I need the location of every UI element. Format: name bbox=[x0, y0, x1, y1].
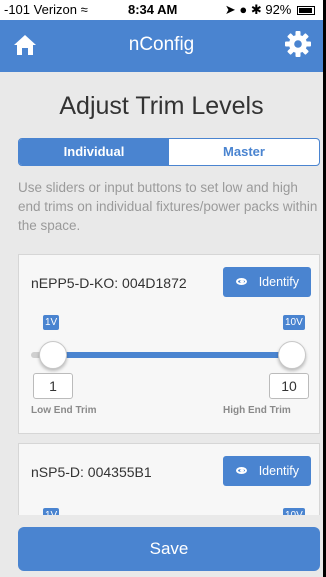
alarm-icon: ● bbox=[239, 2, 248, 17]
tab-master[interactable]: Master bbox=[169, 139, 319, 165]
status-bar: -101 Verizon ≈ 8:34 AM ➤ ● ✱ 92% bbox=[0, 0, 323, 20]
instructions-text: Use sliders or input buttons to set low … bbox=[18, 180, 318, 233]
tab-individual[interactable]: Individual bbox=[19, 139, 169, 165]
min-voltage-label: 1V bbox=[43, 315, 60, 330]
status-right: ➤ ● ✱ 92% bbox=[225, 2, 315, 18]
eye-icon bbox=[236, 467, 247, 474]
identify-button[interactable]: Identify bbox=[223, 267, 311, 297]
high-trim-handle[interactable] bbox=[278, 341, 306, 369]
device-name: nSP5-D: 004355B1 bbox=[31, 464, 152, 480]
identify-label: Identify bbox=[258, 464, 299, 478]
high-trim-caption: High End Trim bbox=[223, 405, 291, 416]
high-trim-input[interactable]: 10 bbox=[269, 373, 309, 399]
app-title: nConfig bbox=[128, 34, 195, 55]
footer: Save bbox=[0, 515, 323, 577]
low-trim-caption: Low End Trim bbox=[31, 405, 97, 416]
location-icon: ➤ bbox=[224, 2, 236, 17]
max-voltage-label: 10V bbox=[283, 315, 305, 330]
device-card: nEPP5-D-KO: 004D1872 Identify 1V 10V 1 1… bbox=[18, 254, 320, 434]
identify-label: Identify bbox=[258, 275, 299, 289]
low-trim-input[interactable]: 1 bbox=[33, 373, 73, 399]
carrier-label: -101 Verizon ≈ bbox=[4, 2, 88, 17]
save-button[interactable]: Save bbox=[18, 527, 320, 571]
identify-button[interactable]: Identify bbox=[223, 456, 311, 486]
bluetooth-icon: ✱ bbox=[250, 2, 262, 17]
eye-icon bbox=[236, 278, 247, 285]
page-title: Adjust Trim Levels bbox=[59, 92, 264, 120]
gear-icon[interactable] bbox=[284, 30, 312, 58]
battery-icon bbox=[297, 6, 315, 15]
device-name: nEPP5-D-KO: 004D1872 bbox=[31, 275, 187, 291]
app-screen: -101 Verizon ≈ 8:34 AM ➤ ● ✱ 92% nConfig… bbox=[0, 0, 326, 577]
wifi-icon: ≈ bbox=[80, 2, 88, 17]
segmented-control: Individual Master bbox=[18, 138, 320, 166]
clock: 8:34 AM bbox=[128, 2, 178, 17]
slider-track-range[interactable] bbox=[53, 352, 305, 358]
low-trim-handle[interactable] bbox=[39, 341, 67, 369]
nav-bar: nConfig bbox=[0, 20, 323, 72]
battery-percent: 92% bbox=[265, 2, 292, 17]
